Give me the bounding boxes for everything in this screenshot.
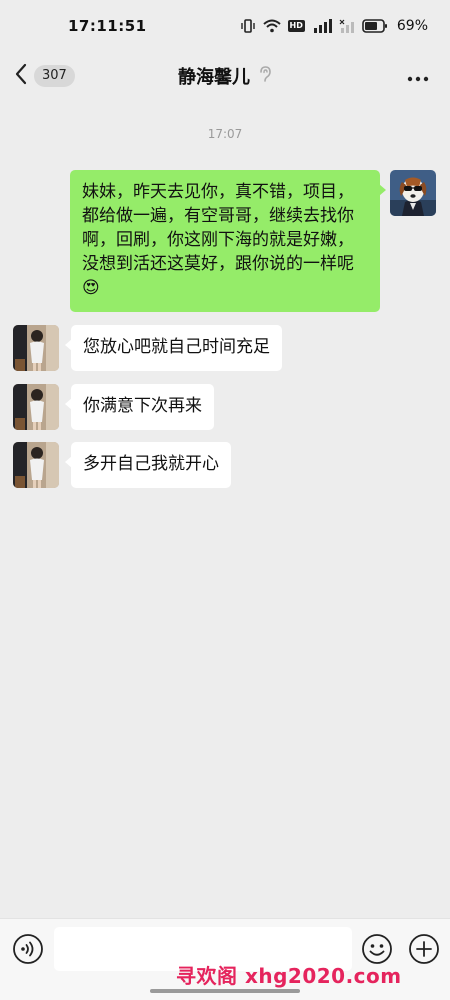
battery-percent: 69%: [396, 18, 428, 34]
incoming-message-bubble[interactable]: 你满意下次再来: [65, 384, 214, 430]
signal-5g-icon: [312, 19, 332, 33]
status-icons: HD 69%: [240, 18, 428, 34]
battery-icon: [362, 19, 388, 33]
voice-icon: [12, 934, 44, 969]
incoming-message-bubble[interactable]: 多开自己我就开心: [65, 442, 231, 488]
outgoing-message-bubble[interactable]: 妹妹，昨天去见你，真不错，项目，都给做一遍，有空哥哥，继续去找你啊，回刷，你这刚…: [70, 170, 386, 312]
status-time: 17:11:51: [68, 17, 147, 35]
voice-button[interactable]: [12, 933, 44, 965]
hd-icon: HD: [287, 20, 305, 32]
person-avatar-icon[interactable]: [13, 384, 59, 430]
ear-icon: [258, 65, 272, 88]
plus-icon: [408, 934, 440, 969]
dog-avatar-icon[interactable]: [390, 170, 436, 216]
watermark-text: 寻欢阁 xhg2020.com: [176, 964, 402, 988]
home-indicator[interactable]: [150, 989, 300, 993]
person-avatar-icon[interactable]: [13, 325, 59, 371]
signal-x-icon: [339, 19, 355, 33]
nav-bar: 307 静海馨儿: [0, 52, 450, 100]
wifi-icon: [262, 19, 281, 33]
more-dots-icon: [407, 67, 429, 86]
message-timestamp: 17:07: [207, 127, 243, 141]
status-bar: 17:11:51 HD 69%: [0, 0, 450, 52]
chat-title: 静海馨儿: [178, 67, 250, 88]
chat-area[interactable]: 17:07 妹妹，昨天去见你，真不错，项目，都给做一遍，有空哥哥，继续去找你啊，…: [0, 100, 450, 918]
person-avatar-icon[interactable]: [13, 442, 59, 488]
chat-title-area: 静海馨儿: [0, 52, 450, 100]
vibrate-icon: [240, 19, 256, 33]
more-options-button[interactable]: [406, 64, 430, 88]
more-functions-button[interactable]: [408, 933, 440, 965]
incoming-message-bubble[interactable]: 您放心吧就自己时间充足: [65, 325, 282, 371]
